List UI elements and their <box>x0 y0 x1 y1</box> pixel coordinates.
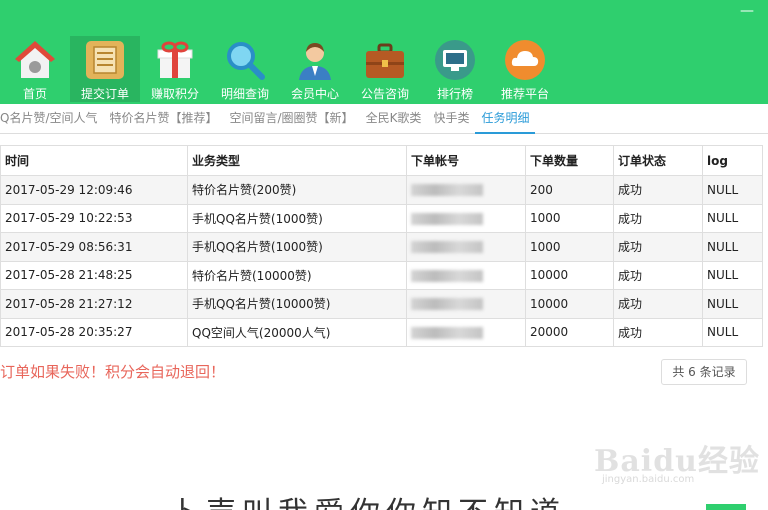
nav-item-ranking[interactable]: 排行榜 <box>420 36 490 102</box>
cell-type: 手机QQ名片赞(10000赞) <box>187 289 407 319</box>
table-row: 2017-05-28 21:27:12 手机QQ名片赞(10000赞) 1000… <box>0 289 763 319</box>
cell-status: 成功 <box>613 175 703 205</box>
cell-quantity: 1000 <box>525 232 614 262</box>
gift-icon <box>157 41 193 78</box>
order-note-icon <box>86 41 124 79</box>
main-nav: 首页 提交订单 赚取积分 明细查询 会员中心 公告咨询 排行榜 推荐平台 <box>0 36 560 102</box>
cell-status: 成功 <box>613 232 703 262</box>
magnifier-icon <box>227 42 265 80</box>
cell-type: QQ空间人气(20000人气) <box>187 317 407 347</box>
redacted-account <box>411 326 483 339</box>
cell-type: 特价名片赞(10000赞) <box>187 260 407 290</box>
nav-label-submit-order: 提交订单 <box>80 87 129 101</box>
cell-type: 手机QQ名片赞(1000赞) <box>187 203 407 233</box>
table-row: 2017-05-28 21:48:25 特价名片赞(10000赞) 10000 … <box>0 260 763 290</box>
nav-label-home: 首页 <box>22 87 47 101</box>
cloud-icon <box>505 40 545 80</box>
redacted-account <box>411 298 483 311</box>
cell-time: 2017-05-29 12:09:46 <box>0 175 188 205</box>
nav-item-announcement[interactable]: 公告咨询 <box>350 36 420 102</box>
nav-label-announcement: 公告咨询 <box>360 87 409 101</box>
cell-account <box>406 203 526 233</box>
member-icon <box>299 43 331 80</box>
nav-label-member-center: 会员中心 <box>290 87 339 101</box>
redacted-account <box>411 212 483 225</box>
nav-item-detail-query[interactable]: 明细查询 <box>210 36 280 102</box>
table-row: 2017-05-29 10:22:53 手机QQ名片赞(1000赞) 1000 … <box>0 203 763 233</box>
order-table: 时间 业务类型 下单帐号 下单数量 订单状态 log 2017-05-29 12… <box>0 145 763 347</box>
tab-special-card-like[interactable]: 特价名片赞【推荐】 <box>104 106 224 134</box>
col-header-type: 业务类型 <box>187 145 407 176</box>
monitor-icon <box>435 40 475 80</box>
redacted-account <box>411 241 483 254</box>
nav-item-home[interactable]: 首页 <box>0 36 70 102</box>
home-icon <box>15 41 55 78</box>
cell-time: 2017-05-29 08:56:31 <box>0 232 188 262</box>
col-header-time: 时间 <box>0 145 188 176</box>
col-header-account: 下单帐号 <box>406 145 526 176</box>
table-row: 2017-05-28 20:35:27 QQ空间人气(20000人气) 2000… <box>0 317 763 347</box>
cell-quantity: 20000 <box>525 317 614 347</box>
nav-item-member-center[interactable]: 会员中心 <box>280 36 350 102</box>
nav-item-recommend[interactable]: 推荐平台 <box>490 36 560 102</box>
cell-status: 成功 <box>613 203 703 233</box>
record-count-pager[interactable]: 共 6 条记录 <box>661 359 747 385</box>
nav-label-recommend: 推荐平台 <box>500 87 549 101</box>
bottom-accent-bar <box>706 504 746 510</box>
cell-quantity: 1000 <box>525 203 614 233</box>
cell-log: NULL <box>702 260 763 290</box>
cell-log: NULL <box>702 289 763 319</box>
tab-task-detail[interactable]: 任务明细 <box>475 106 536 134</box>
table-header-row: 时间 业务类型 下单帐号 下单数量 订单状态 log <box>0 145 763 176</box>
redacted-account <box>411 184 483 197</box>
window-minimize-icon[interactable]: — <box>740 4 754 18</box>
cell-time: 2017-05-28 20:35:27 <box>0 317 188 347</box>
cell-status: 成功 <box>613 317 703 347</box>
cell-time: 2017-05-28 21:48:25 <box>0 260 188 290</box>
tab-kge[interactable]: 全民K歌类 <box>360 106 428 134</box>
cell-account <box>406 289 526 319</box>
cell-log: NULL <box>702 203 763 233</box>
briefcase-icon <box>366 43 404 78</box>
cell-log: NULL <box>702 175 763 205</box>
cell-status: 成功 <box>613 260 703 290</box>
top-header-bar: — 首页 提交订单 赚取积分 明细查询 会员中心 公告咨询 排行榜 推荐平台 <box>0 0 768 104</box>
nav-label-ranking: 排行榜 <box>436 87 473 101</box>
col-header-status: 订单状态 <box>613 145 703 176</box>
cell-time: 2017-05-29 10:22:53 <box>0 203 188 233</box>
cell-quantity: 200 <box>525 175 614 205</box>
nav-item-submit-order[interactable]: 提交订单 <box>70 36 140 102</box>
cell-log: NULL <box>702 317 763 347</box>
tab-kuaishou[interactable]: 快手类 <box>427 106 475 134</box>
video-caption: 卜声叫我爱你你知不知道 <box>170 488 566 510</box>
table-row: 2017-05-29 12:09:46 特价名片赞(200赞) 200 成功 N… <box>0 175 763 205</box>
cell-type: 手机QQ名片赞(1000赞) <box>187 232 407 262</box>
nav-item-earn-points[interactable]: 赚取积分 <box>140 36 210 102</box>
cell-time: 2017-05-28 21:27:12 <box>0 289 188 319</box>
col-header-quantity: 下单数量 <box>525 145 614 176</box>
watermark-url: jingyan.baidu.com <box>602 474 695 485</box>
cell-account <box>406 317 526 347</box>
sub-tab-bar: Q名片赞/空间人气 特价名片赞【推荐】 空间留言/圈圈赞【新】 全民K歌类 快手… <box>0 106 768 134</box>
tab-space-message[interactable]: 空间留言/圈圈赞【新】 <box>224 106 360 134</box>
table-row: 2017-05-29 08:56:31 手机QQ名片赞(1000赞) 1000 … <box>0 232 763 262</box>
col-header-log: log <box>702 145 763 176</box>
cell-account <box>406 232 526 262</box>
cell-account <box>406 260 526 290</box>
refund-notice: 订单如果失败！积分会自动退回！ <box>0 363 226 381</box>
cell-quantity: 10000 <box>525 260 614 290</box>
cell-quantity: 10000 <box>525 289 614 319</box>
cell-log: NULL <box>702 232 763 262</box>
tab-qq-card-like[interactable]: Q名片赞/空间人气 <box>0 106 104 134</box>
cell-status: 成功 <box>613 289 703 319</box>
nav-label-detail-query: 明细查询 <box>220 87 269 101</box>
cell-account <box>406 175 526 205</box>
redacted-account <box>411 269 483 282</box>
nav-label-earn-points: 赚取积分 <box>150 87 199 101</box>
watermark: Baidu经验 jingyan.baidu.com <box>594 436 759 486</box>
cell-type: 特价名片赞(200赞) <box>187 175 407 205</box>
